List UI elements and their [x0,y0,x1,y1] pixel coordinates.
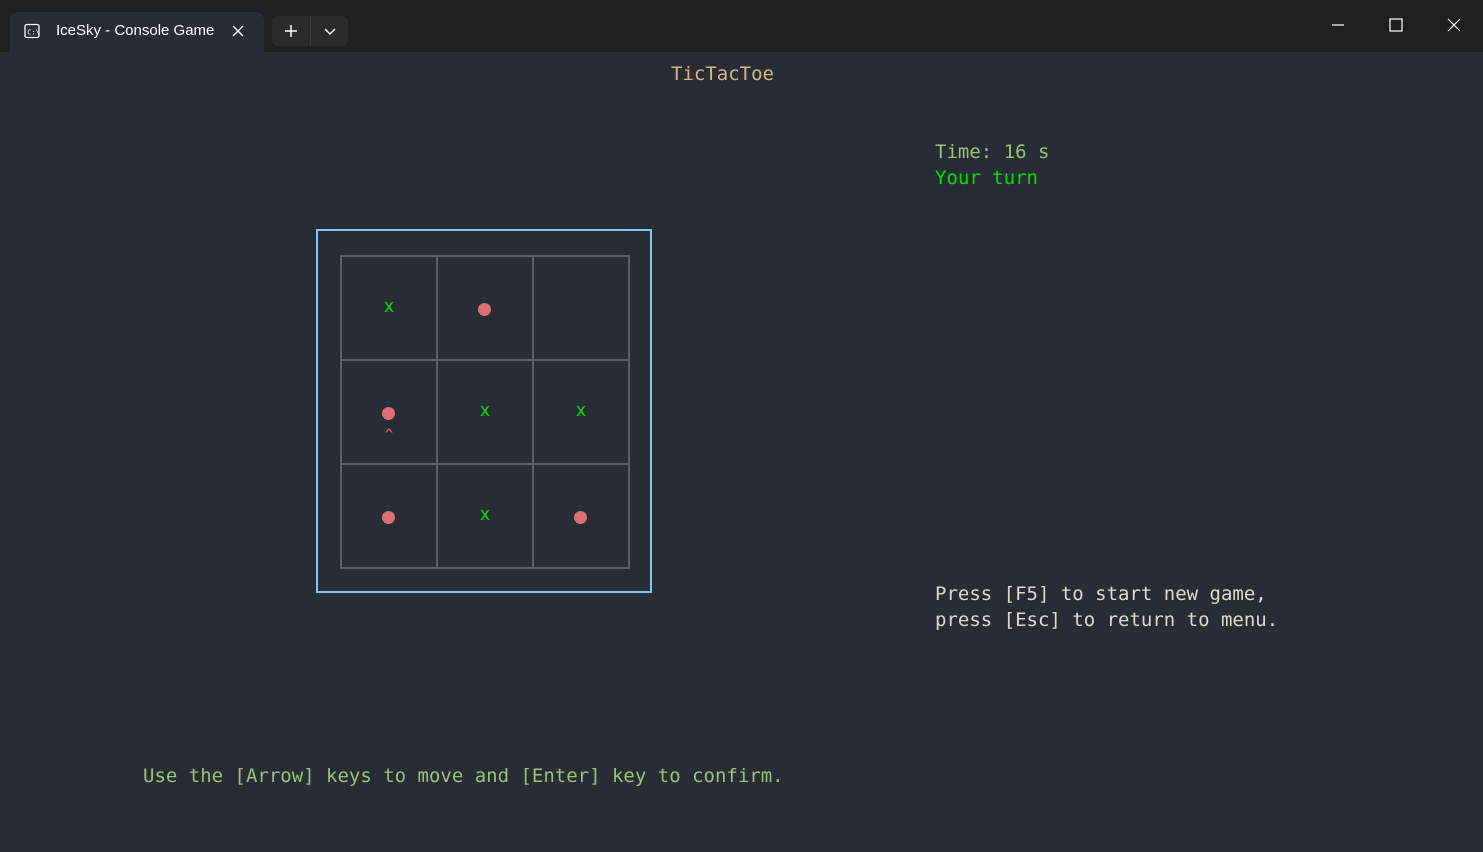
chevron-down-icon [324,28,336,35]
board-cell-r1-c1[interactable]: x [342,257,438,361]
o-mark [574,511,587,524]
terminal-window: C:\ IceSky - Console Game TicTacToe Time… [0,0,1483,852]
close-icon [1447,18,1461,32]
game-board: x ^ x x x [340,255,630,569]
o-mark [382,511,395,524]
board-cell-r2-c1[interactable]: ^ [342,361,438,465]
tab-title: IceSky - Console Game [56,22,215,39]
game-title: TicTacToe [671,63,774,85]
turn-status: Your turn [935,167,1038,189]
board-cell-r2-c2[interactable]: x [438,361,534,465]
svg-text:C:\: C:\ [27,29,40,37]
plus-icon [285,25,297,37]
minimize-button[interactable] [1309,0,1367,50]
selection-cursor: ^ [384,427,394,443]
controls-hint: Use the [Arrow] keys to move and [Enter]… [143,765,784,787]
close-button[interactable] [1425,0,1483,50]
board-cell-r3-c3[interactable] [534,465,628,567]
o-mark [382,407,395,420]
o-mark [478,303,491,316]
board-cell-r3-c2[interactable]: x [438,465,534,567]
help-line-menu: press [Esc] to return to menu. [935,609,1279,631]
board-cell-r2-c3[interactable]: x [534,361,628,465]
timer-text: Time: 16 s [935,141,1050,163]
close-tab-icon[interactable] [230,23,246,39]
console-icon: C:\ [24,23,40,39]
x-mark: x [575,400,587,421]
new-tab-button[interactable] [272,16,310,46]
tab-dropdown-button[interactable] [310,16,348,46]
board-cell-r1-c2[interactable] [438,257,534,361]
board-cell-r3-c1[interactable] [342,465,438,567]
minimize-icon [1332,24,1344,26]
maximize-icon [1389,18,1403,32]
x-mark: x [479,504,491,525]
tab-console-game[interactable]: C:\ IceSky - Console Game [10,12,264,52]
x-mark: x [383,296,395,317]
x-mark: x [479,400,491,421]
help-text: Press [F5] to start new game, press [Esc… [935,581,1278,633]
new-tab-group [272,16,348,46]
board-cell-r1-c3[interactable] [534,257,628,361]
help-line-new-game: Press [F5] to start new game, [935,583,1267,605]
maximize-button[interactable] [1367,0,1425,50]
title-bar: C:\ IceSky - Console Game [0,0,1483,52]
